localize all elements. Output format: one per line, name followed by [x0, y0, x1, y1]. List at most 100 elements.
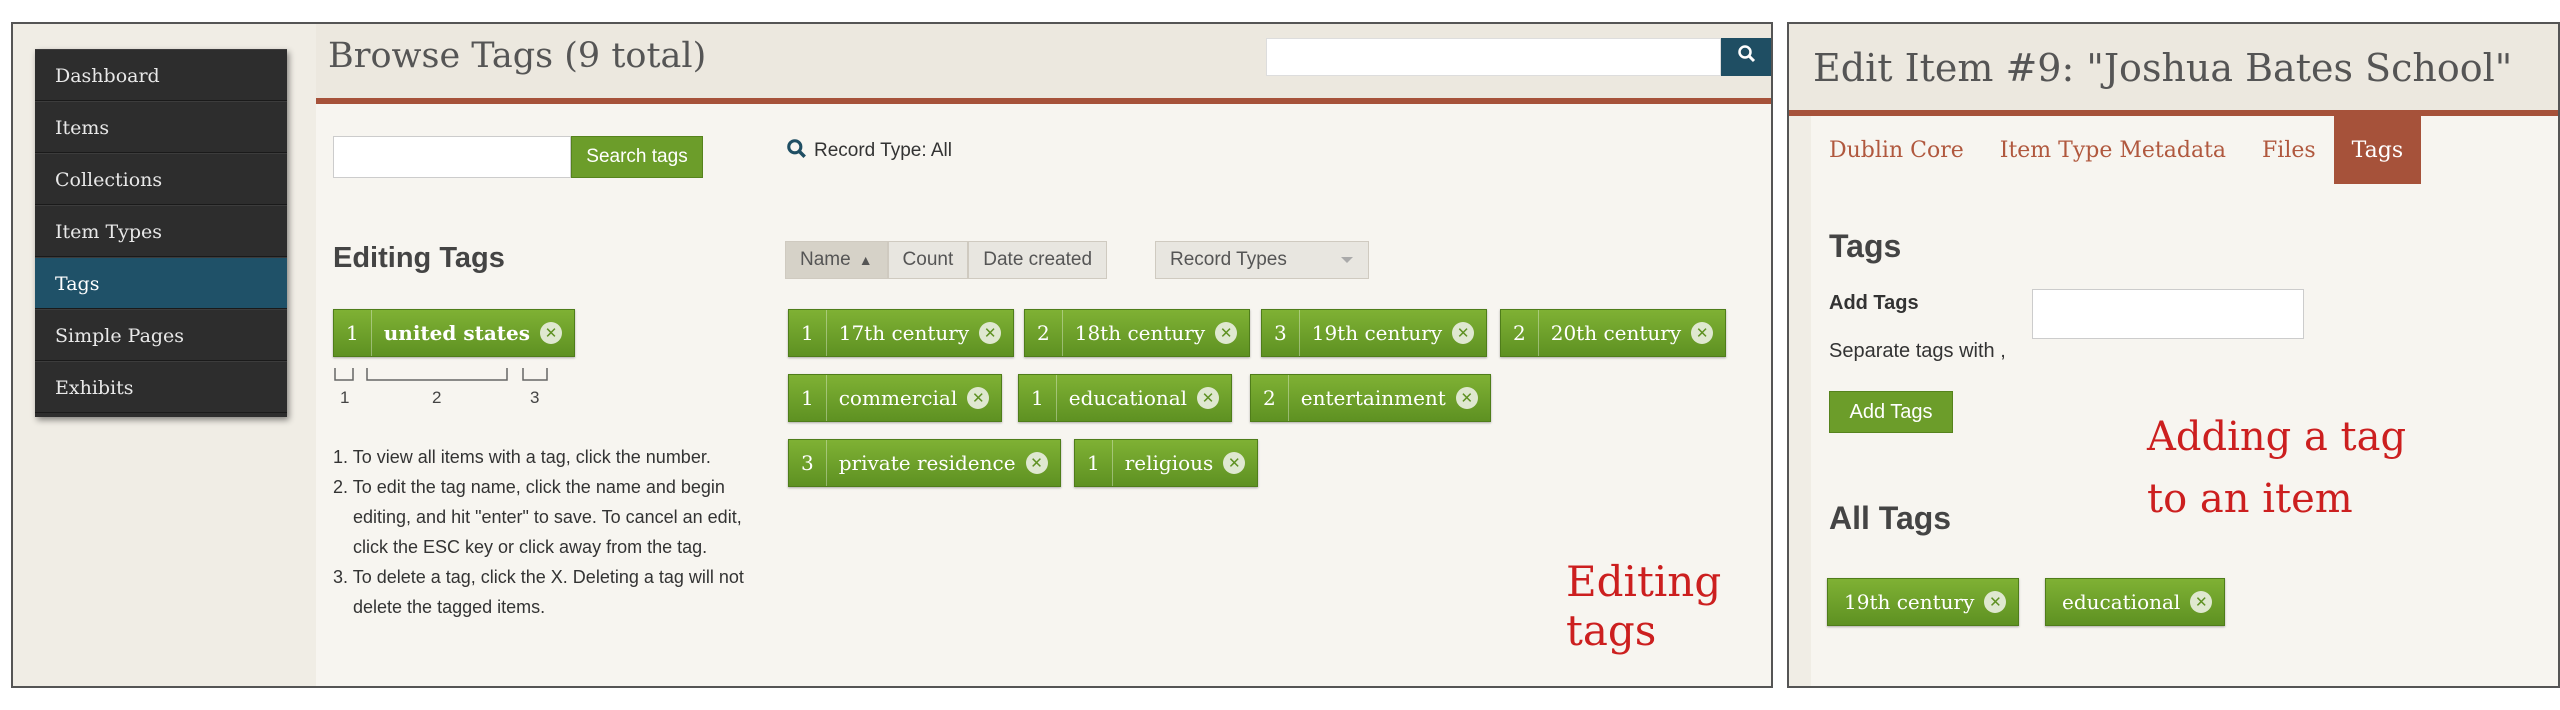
- sort-bar: Name ▲ Count Date created: [785, 241, 1108, 279]
- tag-instructions: 1. To view all items with a tag, click t…: [333, 442, 753, 622]
- tag-name: 19th century: [1844, 590, 1975, 614]
- tag-name[interactable]: 19th century: [1300, 321, 1452, 345]
- item-title: Edit Item #9: "Joshua Bates School": [1813, 46, 2513, 90]
- tag-count[interactable]: 1: [1019, 375, 1057, 421]
- delete-tag-icon[interactable]: ✕: [540, 322, 563, 344]
- tag-20th-century: 2 20th century ✕: [1500, 309, 1727, 357]
- record-types-dropdown[interactable]: Record Types: [1155, 241, 1369, 279]
- chevron-down-icon: [1341, 257, 1353, 263]
- delete-tag-icon[interactable]: ✕: [979, 322, 1002, 344]
- add-tags-label: Add Tags: [1829, 292, 1919, 314]
- tag-count[interactable]: 2: [1501, 310, 1539, 356]
- item-edit-body: Dublin Core Item Type Metadata Files Tag…: [1811, 116, 2558, 686]
- nav-item-tags[interactable]: Tags: [35, 257, 287, 309]
- sort-by-count-button[interactable]: Count: [887, 241, 969, 279]
- sample-tag: 1 united states ✕: [333, 309, 576, 357]
- tag-count[interactable]: 2: [1251, 375, 1289, 421]
- nav-item-items[interactable]: Items: [35, 101, 287, 153]
- nav-item-collections[interactable]: Collections: [35, 153, 287, 205]
- global-search-button[interactable]: [1721, 38, 1771, 76]
- tag-name[interactable]: commercial: [827, 386, 968, 410]
- separator-hint: Separate tags with ,: [1829, 340, 2006, 362]
- tab-files[interactable]: Files: [2244, 116, 2334, 184]
- page-title: Browse Tags (9 total): [328, 36, 707, 76]
- remove-tag-icon[interactable]: ✕: [1984, 591, 2007, 613]
- tag-name[interactable]: 17th century: [827, 321, 979, 345]
- item-header: Edit Item #9: "Joshua Bates School": [1789, 24, 2558, 116]
- tab-dublin-core[interactable]: Dublin Core: [1811, 116, 1982, 184]
- caption-line: to an item: [2147, 476, 2353, 522]
- tag-18th-century: 2 18th century ✕: [1024, 309, 1251, 357]
- delete-tag-icon[interactable]: ✕: [1455, 387, 1478, 409]
- delete-tag-icon[interactable]: ✕: [1215, 322, 1238, 344]
- tag-name[interactable]: entertainment: [1289, 386, 1456, 410]
- item-tag-educational: educational ✕: [2045, 578, 2226, 626]
- tag-educational: 1 educational ✕: [1018, 374, 1233, 422]
- delete-tag-icon[interactable]: ✕: [1223, 452, 1246, 474]
- tab-tags[interactable]: Tags: [2333, 116, 2422, 184]
- global-search-input[interactable]: [1266, 38, 1721, 76]
- all-tags-heading: All Tags: [1829, 500, 1952, 536]
- add-tags-input[interactable]: [2032, 289, 2304, 339]
- delete-tag-icon[interactable]: ✕: [1452, 322, 1475, 344]
- tag-name[interactable]: private residence: [827, 451, 1026, 475]
- tag-search-input[interactable]: [333, 136, 571, 178]
- item-tag-19th-century: 19th century ✕: [1827, 578, 2020, 626]
- record-type-filter-label: Record Type: All: [814, 140, 953, 161]
- browse-tags-content: Browse Tags (9 total) Search tags Record…: [316, 24, 1771, 686]
- tag-count[interactable]: 1: [789, 375, 827, 421]
- record-type-filter[interactable]: Record Type: All: [786, 138, 952, 162]
- caption-line: Adding a tag: [2147, 414, 2407, 460]
- nav-item-exhibits[interactable]: Exhibits: [35, 361, 287, 413]
- diagram-label-delete: 3: [530, 388, 540, 407]
- remove-tag-icon[interactable]: ✕: [2190, 591, 2213, 613]
- item-tabs: Dublin Core Item Type Metadata Files Tag…: [1811, 116, 2422, 184]
- sort-by-name-button[interactable]: Name ▲: [785, 241, 888, 279]
- tags-heading: Tags: [1829, 228, 1902, 264]
- tag-count[interactable]: 1: [334, 310, 372, 356]
- add-tags-button[interactable]: Add Tags: [1829, 391, 1953, 433]
- search-tags-button[interactable]: Search tags: [571, 136, 703, 178]
- search-icon: [787, 139, 806, 158]
- delete-tag-icon[interactable]: ✕: [1025, 452, 1048, 474]
- nav-item-item-types[interactable]: Item Types: [35, 205, 287, 257]
- tag-name[interactable]: united states: [372, 321, 540, 345]
- tag-religious: 1 religious ✕: [1074, 439, 1259, 487]
- diagram-label-name: 2: [432, 388, 442, 407]
- admin-sidebar: Dashboard Items Collections Item Types T…: [35, 49, 287, 417]
- tag-parts-diagram: 1 2 3: [333, 366, 573, 416]
- delete-tag-icon[interactable]: ✕: [1197, 387, 1220, 409]
- tag-17th-century: 1 17th century ✕: [788, 309, 1015, 357]
- instruction-item: 2. To edit the tag name, click the name …: [333, 477, 742, 557]
- tag-count[interactable]: 1: [789, 310, 827, 356]
- tag-count[interactable]: 1: [1075, 440, 1113, 486]
- tag-entertainment: 2 entertainment ✕: [1250, 374, 1491, 422]
- record-types-label: Record Types: [1170, 249, 1287, 270]
- delete-tag-icon[interactable]: ✕: [1691, 322, 1714, 344]
- tag-private-residence: 3 private residence ✕: [788, 439, 1061, 487]
- tag-count[interactable]: 3: [789, 440, 827, 486]
- nav-item-dashboard[interactable]: Dashboard: [35, 49, 287, 101]
- instruction-item: 3. To delete a tag, click the X. Deletin…: [333, 567, 744, 617]
- search-icon: [1738, 45, 1756, 63]
- tab-item-type-metadata[interactable]: Item Type Metadata: [1982, 116, 2244, 184]
- tag-name[interactable]: 20th century: [1539, 321, 1691, 345]
- tag-commercial: 1 commercial ✕: [788, 374, 1003, 422]
- delete-tag-icon[interactable]: ✕: [967, 387, 990, 409]
- sort-ascending-icon: ▲: [858, 252, 873, 268]
- nav-item-simple-pages[interactable]: Simple Pages: [35, 309, 287, 361]
- sort-name-label: Name: [800, 249, 851, 270]
- page-header: Browse Tags (9 total): [316, 24, 1771, 104]
- tag-name[interactable]: educational: [1057, 386, 1197, 410]
- tag-name: educational: [2062, 590, 2181, 614]
- editing-tags-caption: Editing tags: [1566, 557, 1722, 655]
- diagram-brackets: [334, 368, 548, 381]
- sort-by-date-button[interactable]: Date created: [968, 241, 1108, 279]
- tag-name[interactable]: 18th century: [1063, 321, 1215, 345]
- tag-name[interactable]: religious: [1113, 451, 1224, 475]
- instruction-item: 1. To view all items with a tag, click t…: [333, 447, 711, 467]
- tag-count[interactable]: 2: [1025, 310, 1063, 356]
- tag-count[interactable]: 3: [1262, 310, 1300, 356]
- editing-tags-heading: Editing Tags: [333, 242, 505, 274]
- diagram-label-count: 1: [340, 388, 350, 407]
